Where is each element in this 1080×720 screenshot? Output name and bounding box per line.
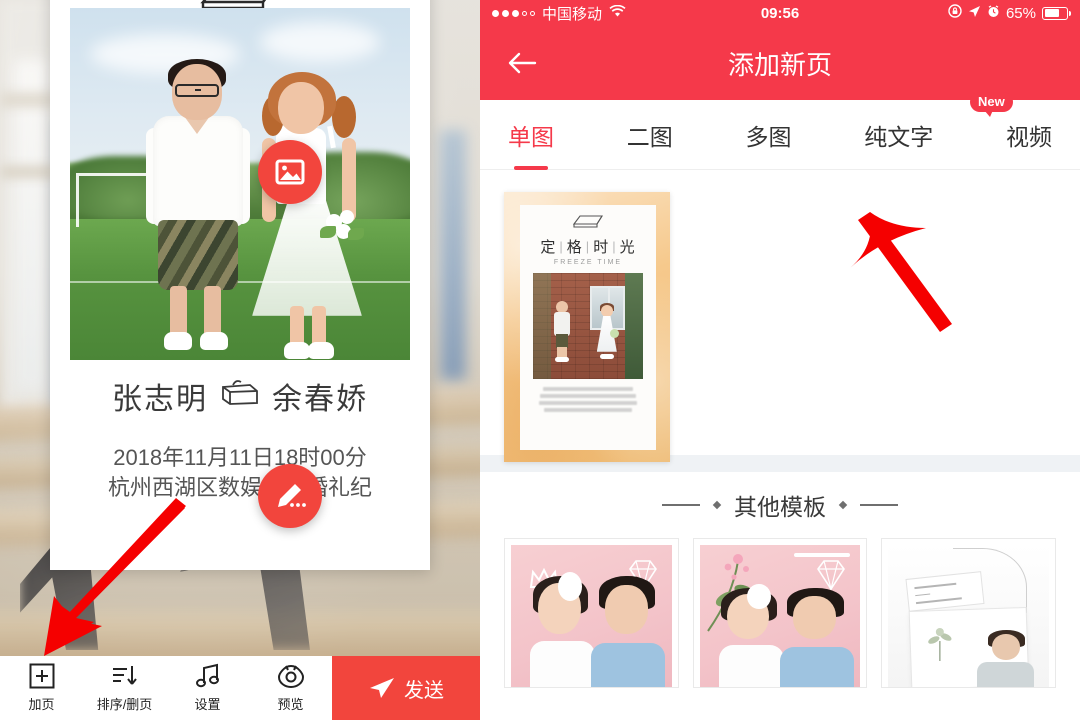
tab-single-image[interactable]: 单图: [506, 112, 556, 158]
wedding-place: 杭州西湖区数娱大厦婚礼纪: [107, 475, 372, 500]
heading-rule-left: [662, 504, 700, 506]
tab-video-label: 视频: [1006, 123, 1052, 150]
title-char-3: 时: [593, 239, 610, 256]
wifi-icon: [609, 4, 626, 22]
suitcase-icon: [220, 379, 260, 414]
toolbar-item-settings[interactable]: 设置: [166, 656, 249, 720]
location-arrow-icon: [968, 5, 981, 22]
tab-single-image-label: 单图: [508, 123, 554, 150]
navigation-bar: 添加新页: [480, 26, 1080, 100]
back-arrow-icon: [508, 52, 537, 74]
add-image-fab[interactable]: [258, 140, 322, 204]
pencil-icon: [278, 484, 306, 507]
tab-video[interactable]: New 视频: [970, 91, 1054, 158]
couple-names: 张志明 余春娇: [50, 374, 430, 418]
heading-diamond-right: [838, 500, 848, 510]
featured-template-poem: [520, 387, 656, 412]
bride-name: 余春娇: [272, 383, 368, 416]
other-template-card-2[interactable]: [692, 538, 868, 688]
featured-template-title: 定 | 格 | 时 | 光: [537, 236, 638, 257]
plant-icon: [928, 628, 952, 662]
other-templates-heading: 其他模板: [480, 472, 1080, 538]
edit-fab[interactable]: [258, 464, 322, 528]
title-char-2: 格: [566, 239, 583, 256]
tab-two-images-label: 二图: [626, 123, 673, 150]
groom-name: 张志明: [112, 383, 208, 416]
title-char-4: 光: [619, 239, 636, 256]
bottom-toolbar: 加页 排序/删页 设置 预览 发送: [0, 656, 480, 720]
groom-figure: [146, 59, 250, 354]
featured-template-photo: [533, 273, 643, 379]
battery-percent-label: 65%: [1005, 4, 1036, 22]
toolbar-item-add-page[interactable]: 加页: [0, 656, 83, 720]
page-title: 添加新页: [727, 49, 832, 80]
tab-text-only[interactable]: 纯文字: [862, 112, 935, 158]
other-templates-title: 其他模板: [734, 494, 826, 520]
other-templates-grid: [480, 538, 1080, 688]
send-icon: [370, 678, 394, 698]
featured-template-subtitle: FREEZE TIME: [553, 259, 623, 266]
featured-template-area: 定 | 格 | 时 | 光 FREEZE TIME: [480, 170, 1080, 462]
plus-square-icon: [29, 663, 54, 689]
other-template-card-3[interactable]: [881, 538, 1057, 688]
wedding-date: 2018年11月11日18时00分: [113, 445, 367, 470]
featured-template-card[interactable]: 定 | 格 | 时 | 光 FREEZE TIME: [504, 192, 670, 462]
new-badge: New: [970, 91, 1013, 117]
signal-strength-dots: [492, 9, 535, 17]
other-template-card-1[interactable]: [504, 538, 679, 688]
toolbar-label-settings: 设置: [194, 697, 221, 712]
heading-diamond-left: [712, 500, 722, 510]
tab-multi-images-label: 多图: [745, 123, 792, 150]
toolbar-label-sort-delete: 排序/删页: [96, 697, 153, 712]
heading-rule-right: [860, 504, 898, 506]
right-app-panel: 中国移动 09:56 65% 添加新页 单图 二图 多图 纯文字 New 视频 …: [480, 0, 1080, 720]
music-note-icon: [195, 663, 219, 688]
carrier-name: 中国移动: [542, 5, 603, 23]
status-bar: 中国移动 09:56 65%: [480, 0, 1080, 26]
tab-text-only-label: 纯文字: [864, 123, 934, 150]
rotation-lock-icon: [948, 4, 962, 22]
invitation-page-card[interactable]: 张志明 余春娇 2018年11月11日18时00分 杭州西湖区数娱大厦婚礼纪: [50, 0, 430, 570]
send-button[interactable]: 发送: [332, 656, 480, 720]
title-char-1: 定: [540, 239, 557, 256]
tab-two-images[interactable]: 二图: [625, 112, 675, 158]
sort-down-icon: [112, 666, 137, 685]
back-button[interactable]: [502, 43, 542, 83]
toolbar-label-preview: 预览: [277, 697, 304, 712]
screenshot-root: 张志明 余春娇 2018年11月11日18时00分 杭州西湖区数娱大厦婚礼纪 加…: [0, 0, 1080, 720]
toolbar-label-add-page: 加页: [28, 697, 55, 712]
battery-icon: [1042, 6, 1071, 20]
template-type-tabs: 单图 二图 多图 纯文字 New 视频: [480, 91, 1080, 170]
bride-figure: [248, 72, 366, 359]
alarm-clock-icon: [987, 4, 1000, 22]
eye-icon: [277, 664, 304, 689]
toolbar-item-preview[interactable]: 预览: [249, 656, 332, 720]
send-button-label: 发送: [404, 679, 444, 702]
left-app-panel: 张志明 余春娇 2018年11月11日18时00分 杭州西湖区数娱大厦婚礼纪 加…: [0, 0, 480, 720]
sketch-book-icon: [571, 213, 605, 234]
toolbar-item-sort-delete[interactable]: 排序/删页: [83, 656, 166, 720]
couple-photo[interactable]: [70, 8, 410, 360]
image-icon: [275, 159, 305, 185]
tab-multi-images[interactable]: 多图: [744, 112, 794, 158]
